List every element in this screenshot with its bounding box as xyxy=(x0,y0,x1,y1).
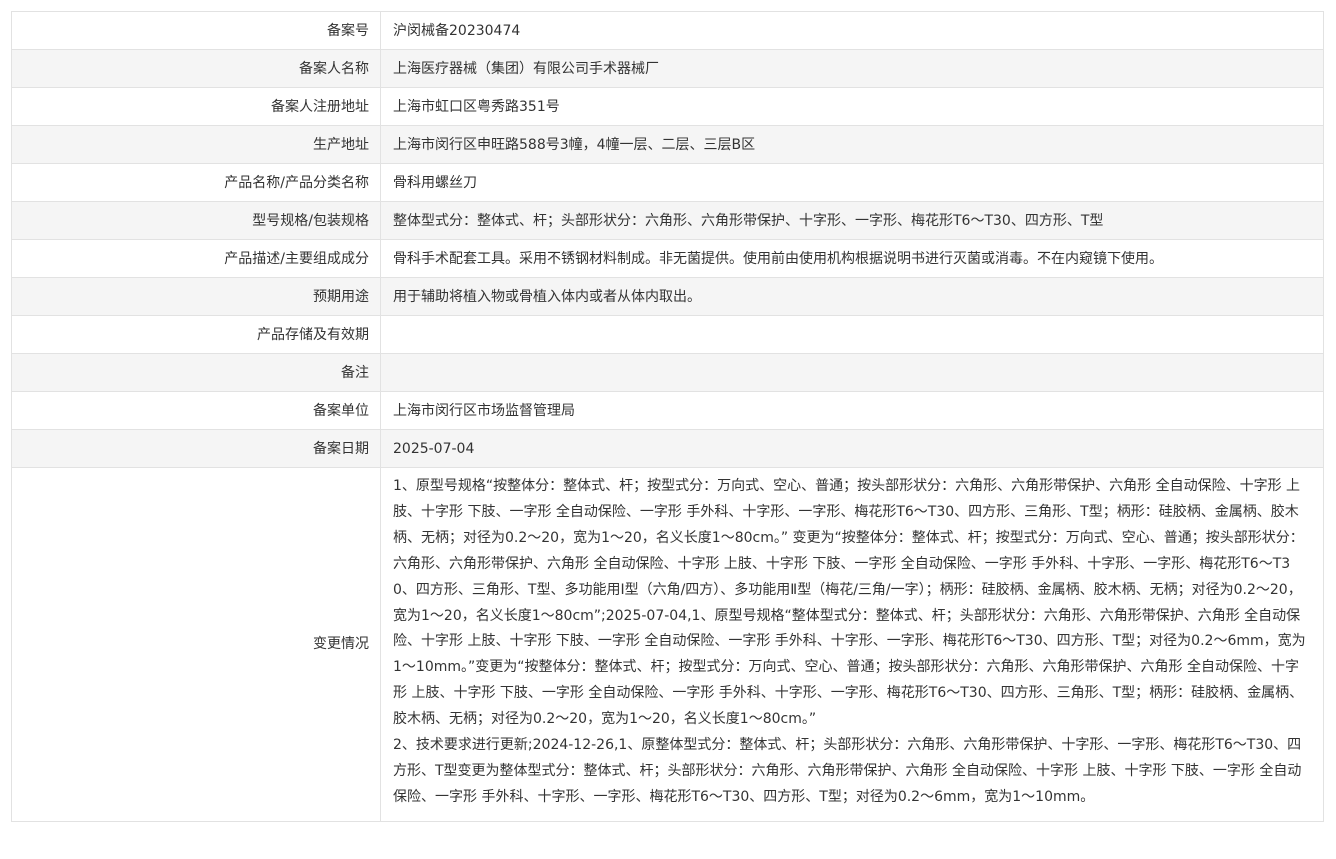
field-value: 上海市虹口区粤秀路351号 xyxy=(380,87,1324,126)
field-value: 2025-07-04 xyxy=(380,429,1324,468)
field-value: 上海市闵行区市场监督管理局 xyxy=(380,391,1324,430)
change-paragraph: 1、原型号规格“按整体分：整体式、杆；按型式分：万向式、空心、普通；按头部形状分… xyxy=(393,478,1306,728)
row-intended-use: 预期用途 用于辅助将植入物或骨植入体内或者从体内取出。 xyxy=(11,277,1324,316)
change-history-text: 1、原型号规格“按整体分：整体式、杆；按型式分：万向式、空心、普通；按头部形状分… xyxy=(380,467,1324,822)
row-registrant-name: 备案人名称 上海医疗器械（集团）有限公司手术器械厂 xyxy=(11,49,1324,88)
field-value: 用于辅助将植入物或骨植入体内或者从体内取出。 xyxy=(380,277,1324,316)
row-production-address: 生产地址 上海市闵行区申旺路588号3幢，4幢一层、二层、三层B区 xyxy=(11,125,1324,164)
field-label: 备案单位 xyxy=(11,391,381,430)
field-value: 上海市闵行区申旺路588号3幢，4幢一层、二层、三层B区 xyxy=(380,125,1324,164)
row-filing-unit: 备案单位 上海市闵行区市场监督管理局 xyxy=(11,391,1324,430)
record-detail: 备案号 沪闵械备20230474 备案人名称 上海医疗器械（集团）有限公司手术器… xyxy=(11,11,1324,822)
field-label: 变更情况 xyxy=(11,467,381,822)
row-remarks: 备注 xyxy=(11,353,1324,392)
record-table: 备案号 沪闵械备20230474 备案人名称 上海医疗器械（集团）有限公司手术器… xyxy=(11,11,1324,822)
field-label: 产品存储及有效期 xyxy=(11,315,381,354)
row-storage-validity: 产品存储及有效期 xyxy=(11,315,1324,354)
field-value: 上海医疗器械（集团）有限公司手术器械厂 xyxy=(380,49,1324,88)
field-value: 骨科用螺丝刀 xyxy=(380,163,1324,202)
field-value xyxy=(380,315,1324,354)
row-record-number: 备案号 沪闵械备20230474 xyxy=(11,11,1324,50)
row-filing-date: 备案日期 2025-07-04 xyxy=(11,429,1324,468)
row-product-description: 产品描述/主要组成成分 骨科手术配套工具。采用不锈钢材料制成。非无菌提供。使用前… xyxy=(11,239,1324,278)
field-label: 备案日期 xyxy=(11,429,381,468)
field-label: 备案人注册地址 xyxy=(11,87,381,126)
field-label: 备案号 xyxy=(11,11,381,50)
field-label: 预期用途 xyxy=(11,277,381,316)
field-label: 型号规格/包装规格 xyxy=(11,201,381,240)
change-paragraph: 2、技术要求进行更新;2024-12-26,1、原整体型式分：整体式、杆；头部形… xyxy=(393,737,1302,805)
row-product-name: 产品名称/产品分类名称 骨科用螺丝刀 xyxy=(11,163,1324,202)
field-value: 沪闵械备20230474 xyxy=(380,11,1324,50)
field-label: 生产地址 xyxy=(11,125,381,164)
row-model-spec: 型号规格/包装规格 整体型式分：整体式、杆；头部形状分：六角形、六角形带保护、十… xyxy=(11,201,1324,240)
field-label: 产品描述/主要组成成分 xyxy=(11,239,381,278)
field-value: 整体型式分：整体式、杆；头部形状分：六角形、六角形带保护、十字形、一字形、梅花形… xyxy=(380,201,1324,240)
field-label: 备案人名称 xyxy=(11,49,381,88)
field-label: 备注 xyxy=(11,353,381,392)
row-change-history: 变更情况 1、原型号规格“按整体分：整体式、杆；按型式分：万向式、空心、普通；按… xyxy=(11,467,1324,822)
field-value xyxy=(380,353,1324,392)
row-registrant-address: 备案人注册地址 上海市虹口区粤秀路351号 xyxy=(11,87,1324,126)
field-label: 产品名称/产品分类名称 xyxy=(11,163,381,202)
field-value: 骨科手术配套工具。采用不锈钢材料制成。非无菌提供。使用前由使用机构根据说明书进行… xyxy=(380,239,1324,278)
